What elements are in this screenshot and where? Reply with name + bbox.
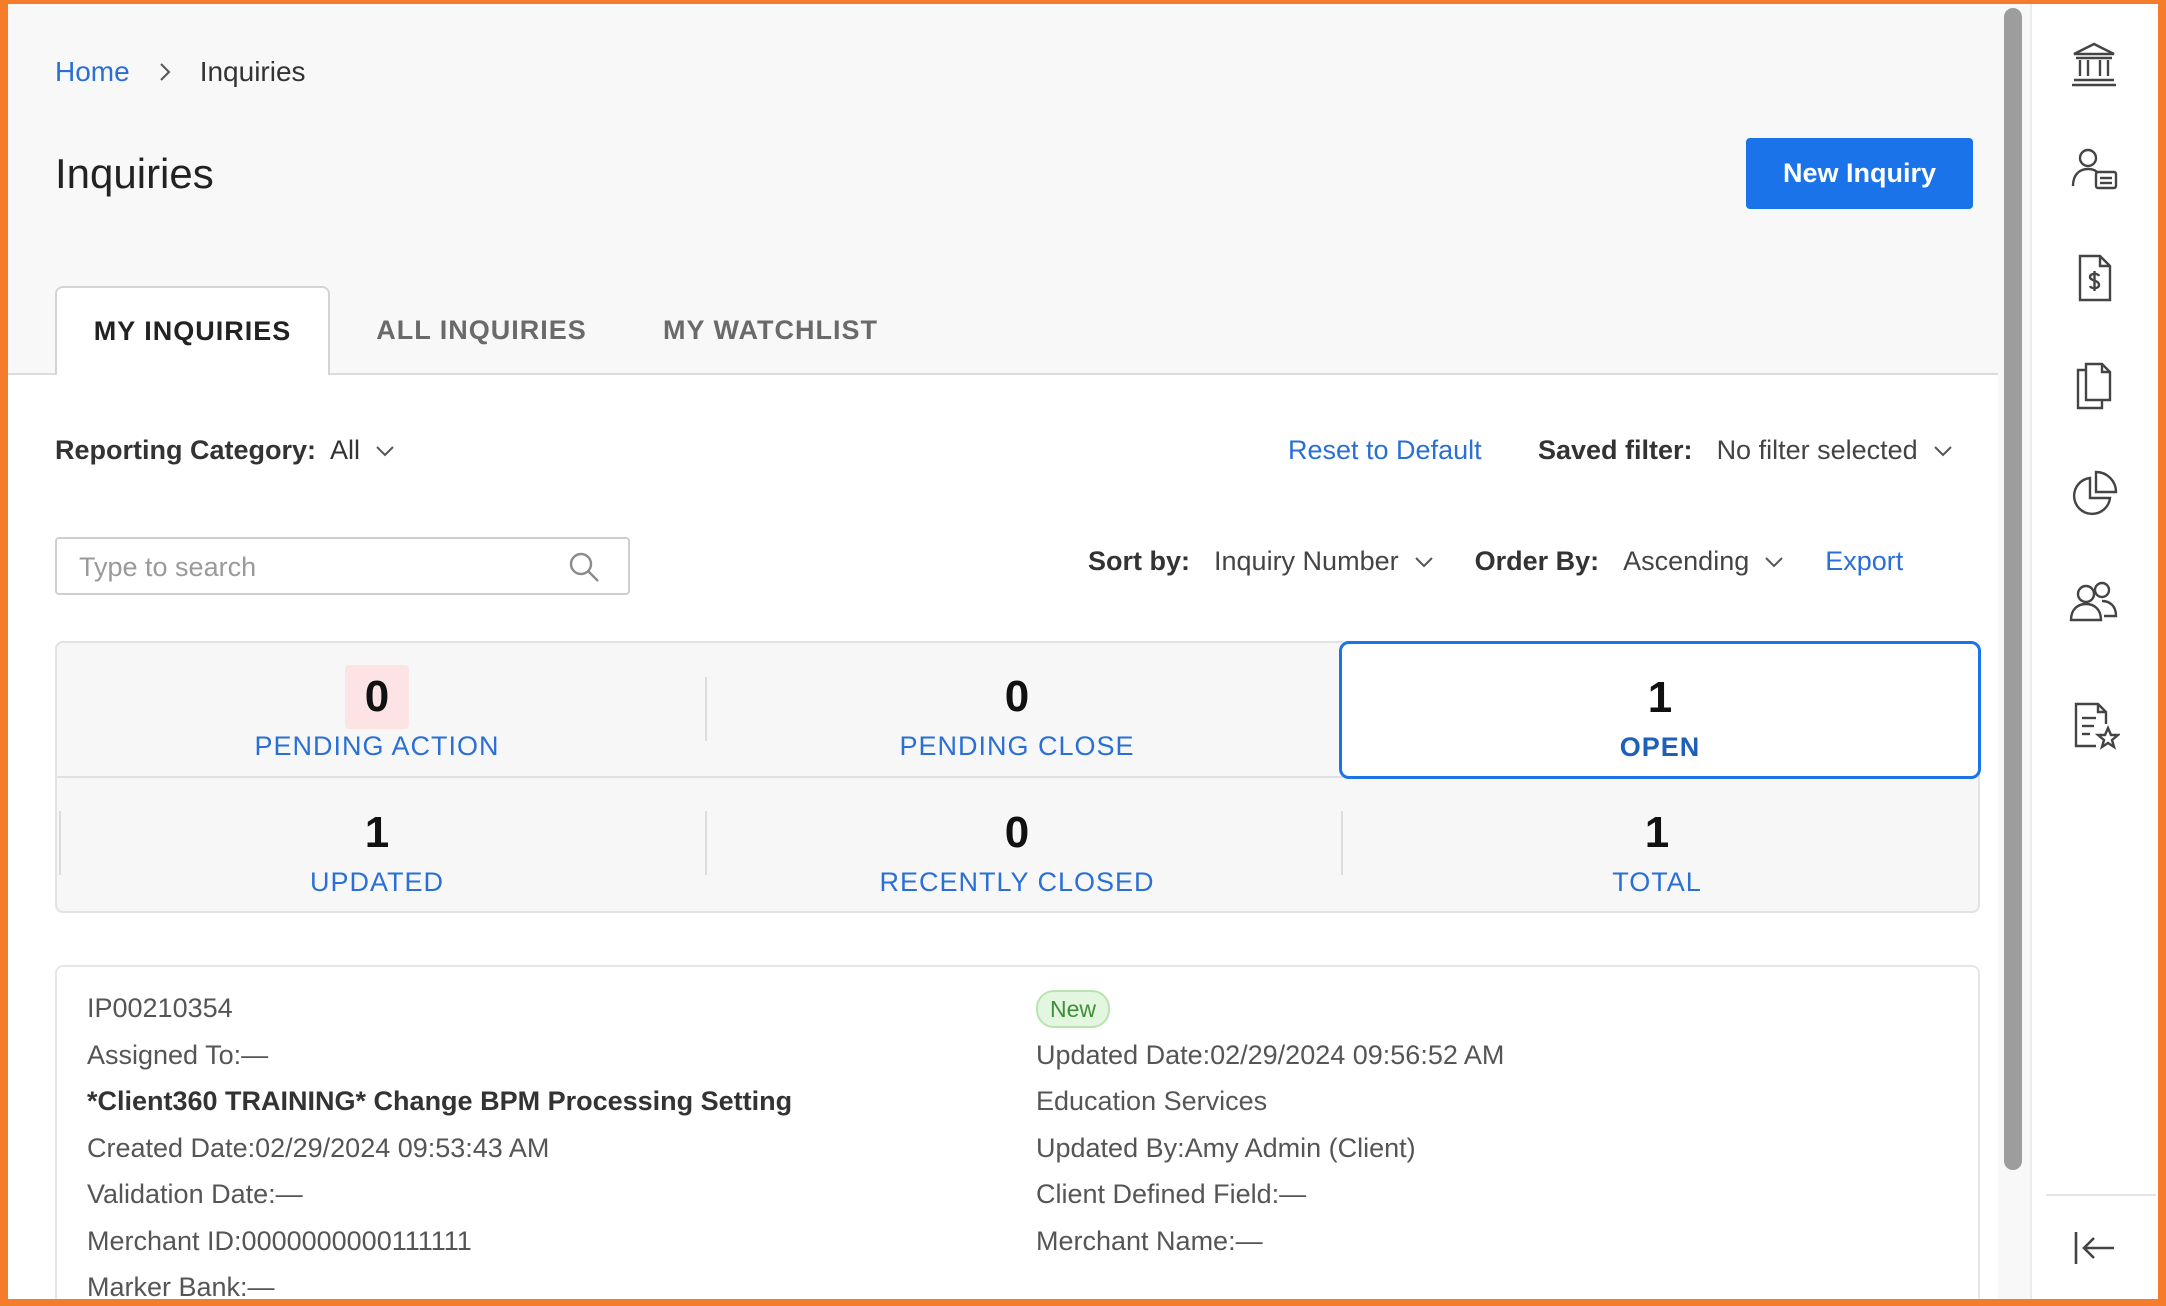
stat-recently-closed[interactable]: 0 RECENTLY CLOSED: [697, 779, 1337, 913]
saved-filter-label: Saved filter:: [1538, 435, 1693, 465]
stat-label: OPEN: [1619, 732, 1701, 762]
stat-pending-close[interactable]: 0 PENDING CLOSE: [697, 643, 1337, 777]
main-content: Home Inquiries Inquiries New Inquiry MY …: [8, 4, 1998, 1299]
collapse-left-icon[interactable]: [2068, 1222, 2120, 1274]
search-input[interactable]: [79, 549, 549, 585]
search-box: [55, 537, 630, 595]
inquiry-stats-panel: 0 PENDING ACTION 0 PENDING CLOSE 1 OPEN …: [55, 641, 1981, 913]
stat-value: 0: [1004, 808, 1030, 857]
chevron-right-icon: [154, 61, 176, 83]
stat-value: 1: [364, 808, 390, 857]
client-defined-field: Client Defined Field:—: [1036, 1179, 1307, 1209]
assigned-to: Assigned To:—: [87, 1039, 269, 1070]
page-title: Inquiries: [55, 150, 214, 197]
divider: [2046, 1194, 2156, 1196]
sort-by-dropdown[interactable]: Sort by: Inquiry Number: [1088, 546, 1435, 577]
inquiry-category: Education Services: [1036, 1086, 1268, 1116]
app-frame: Home Inquiries Inquiries New Inquiry MY …: [8, 4, 2158, 1299]
reporting-category-value: All: [330, 435, 361, 465]
validation-date: Validation Date:—: [87, 1179, 303, 1209]
stat-value: 1: [1647, 673, 1673, 722]
marker-bank: Marker Bank:—: [87, 1272, 275, 1299]
sort-by-label: Sort by:: [1088, 546, 1191, 576]
saved-filter-dropdown[interactable]: Saved filter: No filter selected: [1538, 435, 1954, 466]
reset-to-default-link[interactable]: Reset to Default: [1288, 435, 1482, 466]
updated-by: Updated By:Amy Admin (Client): [1036, 1132, 1416, 1163]
pie-chart-icon[interactable]: [2068, 468, 2120, 520]
saved-filter-value: No filter selected: [1716, 435, 1918, 465]
stat-label: RECENTLY CLOSED: [879, 867, 1155, 897]
vertical-scrollbar[interactable]: [2004, 8, 2022, 1170]
stat-label: PENDING ACTION: [254, 731, 500, 761]
user-card-icon[interactable]: [2068, 144, 2120, 196]
merchant-name: Merchant Name:—: [1036, 1225, 1263, 1256]
breadcrumb-home-link[interactable]: Home: [55, 56, 130, 88]
created-date: Created Date:02/29/2024 09:53:43 AM: [87, 1132, 550, 1163]
users-icon[interactable]: [2068, 576, 2120, 628]
new-inquiry-button[interactable]: New Inquiry: [1746, 138, 1973, 209]
invoice-dollar-icon[interactable]: [2068, 252, 2120, 304]
stat-value: 0: [344, 665, 410, 729]
reporting-category-dropdown[interactable]: Reporting Category: All: [55, 435, 396, 466]
stat-label: TOTAL: [1612, 867, 1702, 897]
stat-total[interactable]: 1 TOTAL: [1337, 779, 1977, 913]
status-badge: New: [1036, 990, 1111, 1028]
bank-icon[interactable]: [2068, 38, 2120, 90]
documents-icon[interactable]: [2068, 360, 2120, 412]
document-star-icon[interactable]: [2068, 700, 2120, 752]
reporting-category-label: Reporting Category:: [55, 435, 317, 465]
sort-controls: Sort by: Inquiry Number Order By: Ascend…: [1088, 546, 1903, 577]
chevron-down-icon: [1763, 555, 1785, 569]
inquiry-right-column: New Updated Date:02/29/2024 09:56:52 AM …: [1036, 985, 1504, 1264]
inquiry-left-column: IP00210354 Assigned To:— *Client360 TRAI…: [87, 985, 792, 1299]
tab-bar: MY INQUIRIES ALL INQUIRIES MY WATCHLIST: [8, 286, 1998, 377]
tab-my-inquiries[interactable]: MY INQUIRIES: [55, 286, 330, 377]
chevron-down-icon: [374, 444, 396, 458]
stat-label: PENDING CLOSE: [899, 731, 1135, 761]
order-by-label: Order By:: [1474, 546, 1600, 576]
tab-my-watchlist[interactable]: MY WATCHLIST: [628, 286, 913, 375]
tab-all-inquiries[interactable]: ALL INQUIRIES: [344, 286, 619, 375]
inquiry-number[interactable]: IP00210354: [87, 985, 792, 1032]
right-sidebar: [2030, 4, 2158, 1299]
stat-updated[interactable]: 1 UPDATED: [57, 779, 697, 913]
breadcrumb-current: Inquiries: [199, 56, 306, 87]
updated-date: Updated Date:02/29/2024 09:56:52 AM: [1036, 1039, 1505, 1070]
status-row: New: [1036, 985, 1504, 1032]
chevron-down-icon: [1932, 444, 1954, 458]
inquiry-title[interactable]: *Client360 TRAINING* Change BPM Processi…: [87, 1078, 792, 1125]
export-link[interactable]: Export: [1825, 546, 1903, 577]
stat-open[interactable]: 1 OPEN: [1339, 641, 1981, 779]
merchant-id: Merchant ID:0000000000111111: [87, 1225, 472, 1256]
stat-pending-action[interactable]: 0 PENDING ACTION: [57, 643, 697, 777]
order-by-value: Ascending: [1623, 546, 1750, 576]
stat-value: 1: [1644, 808, 1670, 857]
order-by-dropdown[interactable]: Order By: Ascending: [1475, 546, 1786, 577]
inquiries-panel: Reporting Category: All Reset to Default…: [8, 375, 1998, 1299]
search-icon[interactable]: [568, 551, 600, 583]
stat-label: UPDATED: [309, 867, 444, 897]
breadcrumb: Home Inquiries: [55, 56, 306, 88]
sort-by-value: Inquiry Number: [1214, 546, 1399, 576]
inquiry-card[interactable]: IP00210354 Assigned To:— *Client360 TRAI…: [55, 965, 1980, 1299]
stat-value: 0: [1004, 672, 1030, 721]
chevron-down-icon: [1413, 555, 1435, 569]
